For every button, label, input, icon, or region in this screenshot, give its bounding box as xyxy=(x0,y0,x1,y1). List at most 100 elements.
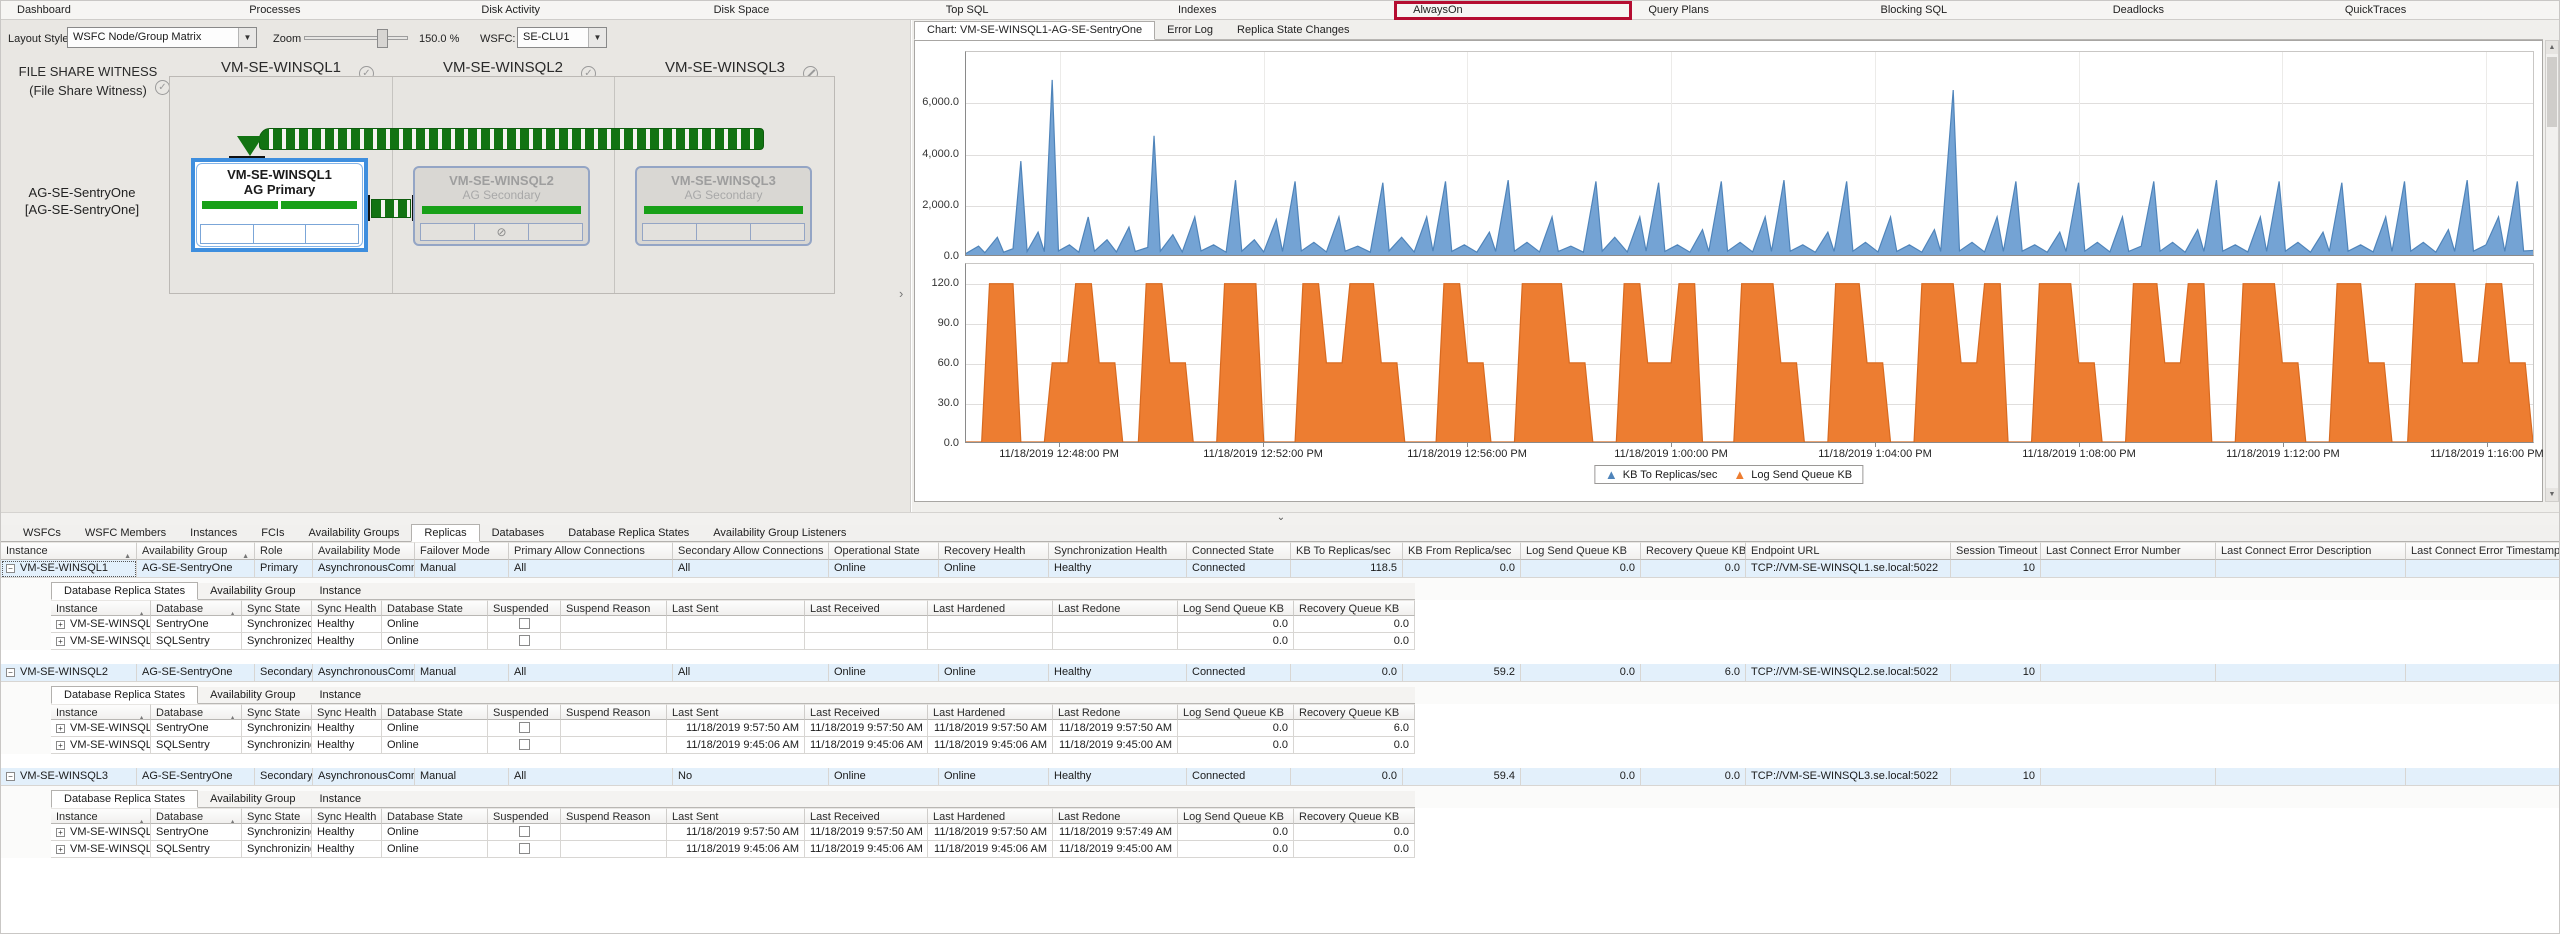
grid-header-cell[interactable]: Last Connect Error Number xyxy=(2041,542,2216,560)
nested-grid-cell[interactable]: +VM-SE-WINSQL2 xyxy=(51,737,151,754)
nested-grid-cell[interactable]: 0.0 xyxy=(1178,633,1294,650)
nested-grid-cell[interactable]: Online xyxy=(382,824,488,841)
nested-header-cell[interactable]: Suspend Reason xyxy=(561,808,667,824)
nested-grid-cell[interactable] xyxy=(561,720,667,737)
nested-grid-cell[interactable]: Synchronizing xyxy=(242,824,312,841)
grid-cell[interactable]: Healthy xyxy=(1049,768,1187,786)
grid-tab-availability-groups[interactable]: Availability Groups xyxy=(297,525,412,541)
grid-cell[interactable]: Online xyxy=(829,560,939,578)
nested-grid-cell[interactable] xyxy=(488,633,561,650)
panel-expand-chevron-icon[interactable]: › xyxy=(899,286,903,301)
grid-header-cell[interactable]: Session Timeout xyxy=(1951,542,2041,560)
grid-cell[interactable] xyxy=(2406,560,2560,578)
nested-tab-instance[interactable]: Instance xyxy=(307,791,373,807)
nested-header-cell[interactable]: Sync State xyxy=(242,808,312,824)
grid-tab-availability-group-listeners[interactable]: Availability Group Listeners xyxy=(701,525,858,541)
grid-cell[interactable]: Healthy xyxy=(1049,560,1187,578)
scrollbar-thumb[interactable] xyxy=(2547,57,2557,127)
nested-header-cell[interactable]: Sync State xyxy=(242,704,312,720)
grid-cell[interactable]: All xyxy=(673,560,829,578)
grid-cell[interactable]: AsynchronousCommit xyxy=(313,664,415,682)
nested-grid-cell[interactable]: 11/18/2019 9:57:50 AM xyxy=(928,824,1053,841)
nested-header-cell[interactable]: Last Received xyxy=(805,808,928,824)
nested-grid-cell[interactable] xyxy=(488,616,561,633)
nested-grid-cell[interactable]: SentryOne xyxy=(151,720,242,737)
top-tab-query-plans[interactable]: Query Plans xyxy=(1632,1,1864,20)
nested-grid-cell[interactable]: 11/18/2019 9:45:06 AM xyxy=(667,841,805,858)
top-tab-blocking-sql[interactable]: Blocking SQL xyxy=(1865,1,2097,20)
nested-grid-cell[interactable]: Online xyxy=(382,737,488,754)
nested-grid-cell[interactable]: Healthy xyxy=(312,720,382,737)
nested-header-cell[interactable]: Database▲ xyxy=(151,808,242,824)
expand-row-icon[interactable]: + xyxy=(56,828,65,837)
nested-grid-cell[interactable]: 0.0 xyxy=(1294,841,1415,858)
grid-cell[interactable] xyxy=(2216,768,2406,786)
top-tab-disk-space[interactable]: Disk Space xyxy=(698,1,930,20)
nested-grid-cell[interactable] xyxy=(561,616,667,633)
nested-header-cell[interactable]: Recovery Queue KB xyxy=(1294,600,1415,616)
grid-cell[interactable]: 6.0 xyxy=(1641,664,1746,682)
nested-header-cell[interactable]: Last Sent xyxy=(667,600,805,616)
nested-grid-cell[interactable]: Online xyxy=(382,720,488,737)
nested-header-cell[interactable]: Suspended xyxy=(488,704,561,720)
grid-cell[interactable]: Secondary xyxy=(255,664,313,682)
zoom-slider-thumb[interactable] xyxy=(377,29,388,48)
replica-row[interactable]: −VM-SE-WINSQL2AG-SE-SentryOneSecondaryAs… xyxy=(1,664,2560,682)
grid-cell[interactable]: TCP://VM-SE-WINSQL2.se.local:5022 xyxy=(1746,664,1951,682)
splitter-collapse-strip[interactable]: ⌄ xyxy=(1,512,2560,525)
nested-header-cell[interactable]: Database▲ xyxy=(151,600,242,616)
expand-row-icon[interactable]: + xyxy=(56,637,65,646)
grid-cell[interactable] xyxy=(2041,664,2216,682)
grid-cell[interactable] xyxy=(2406,768,2560,786)
grid-cell[interactable]: Manual xyxy=(415,560,509,578)
replica-box-secondary-3[interactable]: VM-SE-WINSQL3 AG Secondary xyxy=(635,166,812,246)
replica-row[interactable]: −VM-SE-WINSQL1AG-SE-SentryOnePrimaryAsyn… xyxy=(1,560,2560,578)
layout-style-dropdown[interactable]: WSFC Node/Group Matrix ▼ xyxy=(67,27,257,48)
grid-tab-fcis[interactable]: FCIs xyxy=(249,525,296,541)
nested-header-cell[interactable]: Last Hardened xyxy=(928,704,1053,720)
scroll-up-icon[interactable]: ▲ xyxy=(2546,41,2558,54)
nested-grid-cell[interactable] xyxy=(488,841,561,858)
grid-cell[interactable]: 10 xyxy=(1951,768,2041,786)
nested-header-cell[interactable]: Database State xyxy=(382,600,488,616)
nested-grid-cell[interactable]: 11/18/2019 9:45:06 AM xyxy=(805,737,928,754)
nested-header-cell[interactable]: Suspended xyxy=(488,808,561,824)
nested-grid-cell[interactable]: 11/18/2019 9:57:50 AM xyxy=(928,720,1053,737)
top-tab-dashboard[interactable]: Dashboard xyxy=(1,1,233,20)
nested-grid-cell[interactable] xyxy=(667,633,805,650)
grid-tab-wsfcs[interactable]: WSFCs xyxy=(11,525,73,541)
nested-grid-cell[interactable]: SentryOne xyxy=(151,616,242,633)
database-replica-row[interactable]: +VM-SE-WINSQL2SQLSentrySynchronizingHeal… xyxy=(51,737,2560,754)
nested-grid-cell[interactable] xyxy=(667,616,805,633)
nested-grid-cell[interactable] xyxy=(561,824,667,841)
grid-cell[interactable]: All xyxy=(509,768,673,786)
nested-grid-cell[interactable]: 11/18/2019 9:57:50 AM xyxy=(667,824,805,841)
grid-cell[interactable] xyxy=(2216,560,2406,578)
nested-header-cell[interactable]: Log Send Queue KB xyxy=(1178,704,1294,720)
nested-grid-cell[interactable] xyxy=(1053,616,1178,633)
top-tab-alwayson[interactable]: AlwaysOn xyxy=(1394,1,1632,20)
nested-header-cell[interactable]: Sync Health xyxy=(312,704,382,720)
nested-header-cell[interactable]: Log Send Queue KB xyxy=(1178,600,1294,616)
nested-grid-cell[interactable]: SentryOne xyxy=(151,824,242,841)
grid-cell[interactable]: Manual xyxy=(415,664,509,682)
nested-header-cell[interactable]: Recovery Queue KB xyxy=(1294,704,1415,720)
nested-header-cell[interactable]: Last Hardened xyxy=(928,808,1053,824)
nested-grid-cell[interactable]: Healthy xyxy=(312,737,382,754)
grid-cell[interactable]: Connected xyxy=(1187,560,1291,578)
grid-cell[interactable]: 10 xyxy=(1951,664,2041,682)
grid-tab-wsfc-members[interactable]: WSFC Members xyxy=(73,525,178,541)
nested-grid-cell[interactable]: Healthy xyxy=(312,633,382,650)
nested-tab-database-replica-states[interactable]: Database Replica States xyxy=(51,686,198,704)
nested-header-cell[interactable]: Sync Health xyxy=(312,600,382,616)
suspended-checkbox[interactable] xyxy=(519,722,530,733)
grid-cell[interactable]: 59.4 xyxy=(1403,768,1521,786)
replica-box-primary[interactable]: VM-SE-WINSQL1 AG Primary xyxy=(191,158,368,252)
top-tab-indexes[interactable]: Indexes xyxy=(1162,1,1394,20)
nested-header-cell[interactable]: Database State xyxy=(382,808,488,824)
nested-grid-cell[interactable]: 0.0 xyxy=(1294,737,1415,754)
nested-grid-cell[interactable]: Online xyxy=(382,633,488,650)
grid-cell[interactable]: 0.0 xyxy=(1291,768,1403,786)
nested-grid-cell[interactable] xyxy=(488,737,561,754)
grid-header-cell[interactable]: Availability Group▲ xyxy=(137,542,255,560)
